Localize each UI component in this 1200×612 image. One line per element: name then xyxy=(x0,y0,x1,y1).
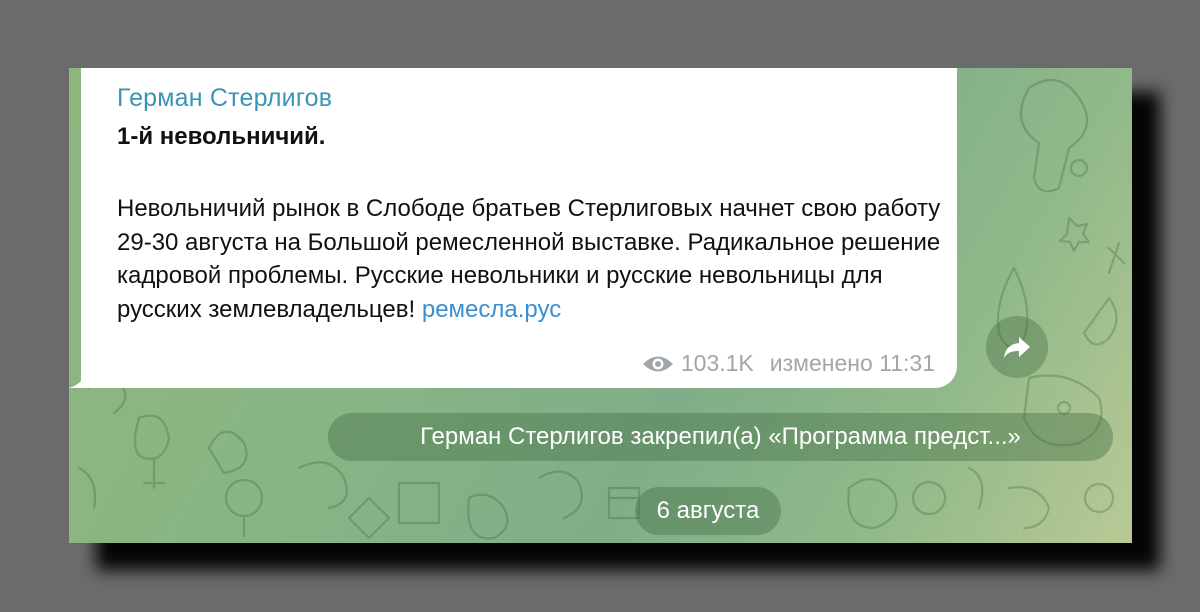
message-bubble[interactable]: Герман Стерлигов 1-й невольничий. Неволь… xyxy=(81,68,957,388)
forward-arrow-icon xyxy=(1004,337,1030,358)
eye-icon xyxy=(642,356,673,371)
forward-button[interactable] xyxy=(986,316,1048,378)
edited-timestamp: изменено 11:31 xyxy=(769,350,935,376)
date-separator: 6 августа xyxy=(635,487,781,535)
message-meta: 103.1K изменено 11:31 xyxy=(641,350,935,377)
view-count: 103.1K xyxy=(680,350,754,376)
message-title: 1-й невольничий. xyxy=(117,123,326,150)
bubble-tail xyxy=(69,372,95,388)
message-link[interactable]: ремесла.рус xyxy=(422,296,561,323)
chat-area[interactable]: Герман Стерлигов 1-й невольничий. Неволь… xyxy=(69,68,1132,543)
pinned-message-notice[interactable]: Герман Стерлигов закрепил(а) «Программа … xyxy=(328,413,1113,461)
message-text: Невольничий рынок в Слободе братьев Стер… xyxy=(117,192,957,326)
message-sender-name[interactable]: Герман Стерлигов xyxy=(117,84,332,113)
